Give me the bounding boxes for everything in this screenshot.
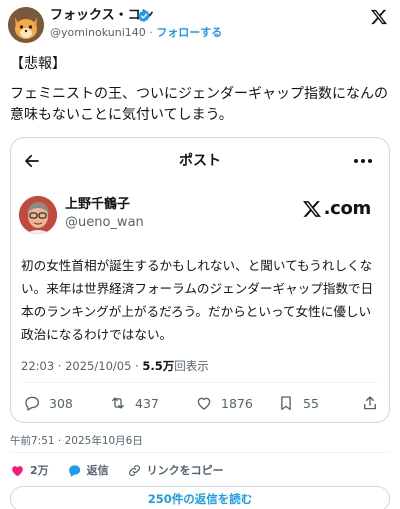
xcom-logo-text: .com xyxy=(323,198,372,219)
reply-button[interactable]: 返信 xyxy=(67,462,109,478)
quoted-avatar xyxy=(19,196,57,234)
embed-page-title: ポスト xyxy=(179,153,221,169)
embedded-post-screenshot[interactable]: ポスト 上野千鶴子 @ueno_wan .com 初の女性首相が誕生するかもしれ… xyxy=(10,137,390,423)
quoted-avatar-image xyxy=(19,196,57,234)
fox-avatar-icon xyxy=(8,7,44,43)
read-replies-button[interactable]: 250件の返信を読む xyxy=(10,486,390,509)
author-handle[interactable]: @yominokuni140 xyxy=(50,26,146,39)
divider xyxy=(21,382,379,383)
author-avatar[interactable] xyxy=(8,7,44,43)
copy-link-button[interactable]: リンクをコピー xyxy=(127,462,224,478)
quoted-author-handle: @ueno_wan xyxy=(65,215,144,230)
tweet-action-bar: 2万 返信 リンクをコピー xyxy=(10,461,242,479)
heart-icon xyxy=(197,397,211,410)
quoted-bookmark-count: 55 xyxy=(303,395,319,411)
quoted-post-views: 5.5万 xyxy=(142,359,175,373)
link-icon xyxy=(128,464,140,476)
quoted-reply-stat: 308 xyxy=(23,392,73,414)
quoted-post-text: 初の女性首相が誕生するかもしれない、と聞いてもうれしくない。来年は世界経済フォー… xyxy=(21,258,374,342)
quoted-post-views-suffix: 回表示 xyxy=(174,359,209,373)
divider xyxy=(10,452,390,453)
quoted-like-count: 1876 xyxy=(221,395,253,411)
quoted-repost-stat: 437 xyxy=(109,392,159,414)
bookmark-icon xyxy=(281,396,291,411)
like-button[interactable]: 2万 xyxy=(10,462,49,478)
xcom-logo: .com xyxy=(302,198,371,220)
quoted-action-bar: 308 437 1876 55 xyxy=(11,392,389,414)
reply-label: 返信 xyxy=(86,464,109,477)
author-handle-row: @yominokuni140 · フォローする xyxy=(50,26,222,40)
follow-button[interactable]: フォローする xyxy=(156,26,222,39)
embed-header: ポスト xyxy=(11,138,389,182)
quoted-post-time: 22:03 · 2025/10/05 · xyxy=(21,359,143,373)
quoted-bookmark-stat: 55 xyxy=(277,392,319,414)
heart-filled-icon xyxy=(12,465,23,476)
share-icon xyxy=(364,396,376,410)
reply-icon xyxy=(25,396,40,411)
quoted-like-stat: 1876 xyxy=(195,392,253,414)
tweet-tag: 【悲報】 xyxy=(10,56,66,72)
tweet-timestamp[interactable]: 午前7:51 · 2025年10月6日 xyxy=(10,434,143,448)
tweet-text: フェミニストの王、ついにジェンダーギャップ指数になんの意味もないことに気付いてし… xyxy=(10,86,388,123)
quoted-post-meta: 22:03 · 2025/10/05 · 5.5万回表示 xyxy=(21,358,209,374)
like-count: 2万 xyxy=(30,464,49,477)
quoted-reply-count: 308 xyxy=(49,395,73,411)
copy-link-label: リンクをコピー xyxy=(146,464,224,477)
repost-icon xyxy=(112,397,124,409)
verified-badge-icon xyxy=(138,9,150,23)
more-options-icon xyxy=(354,159,372,163)
tweet-header: フォックス・コン @yominokuni140 · フォローする xyxy=(0,0,400,44)
reply-filled-icon xyxy=(68,464,80,477)
quoted-share-stat xyxy=(361,392,379,414)
x-logo-icon xyxy=(302,201,321,217)
quoted-repost-count: 437 xyxy=(135,395,159,411)
x-logo-icon[interactable] xyxy=(370,8,388,26)
quoted-author-name: 上野千鶴子 xyxy=(65,197,131,212)
